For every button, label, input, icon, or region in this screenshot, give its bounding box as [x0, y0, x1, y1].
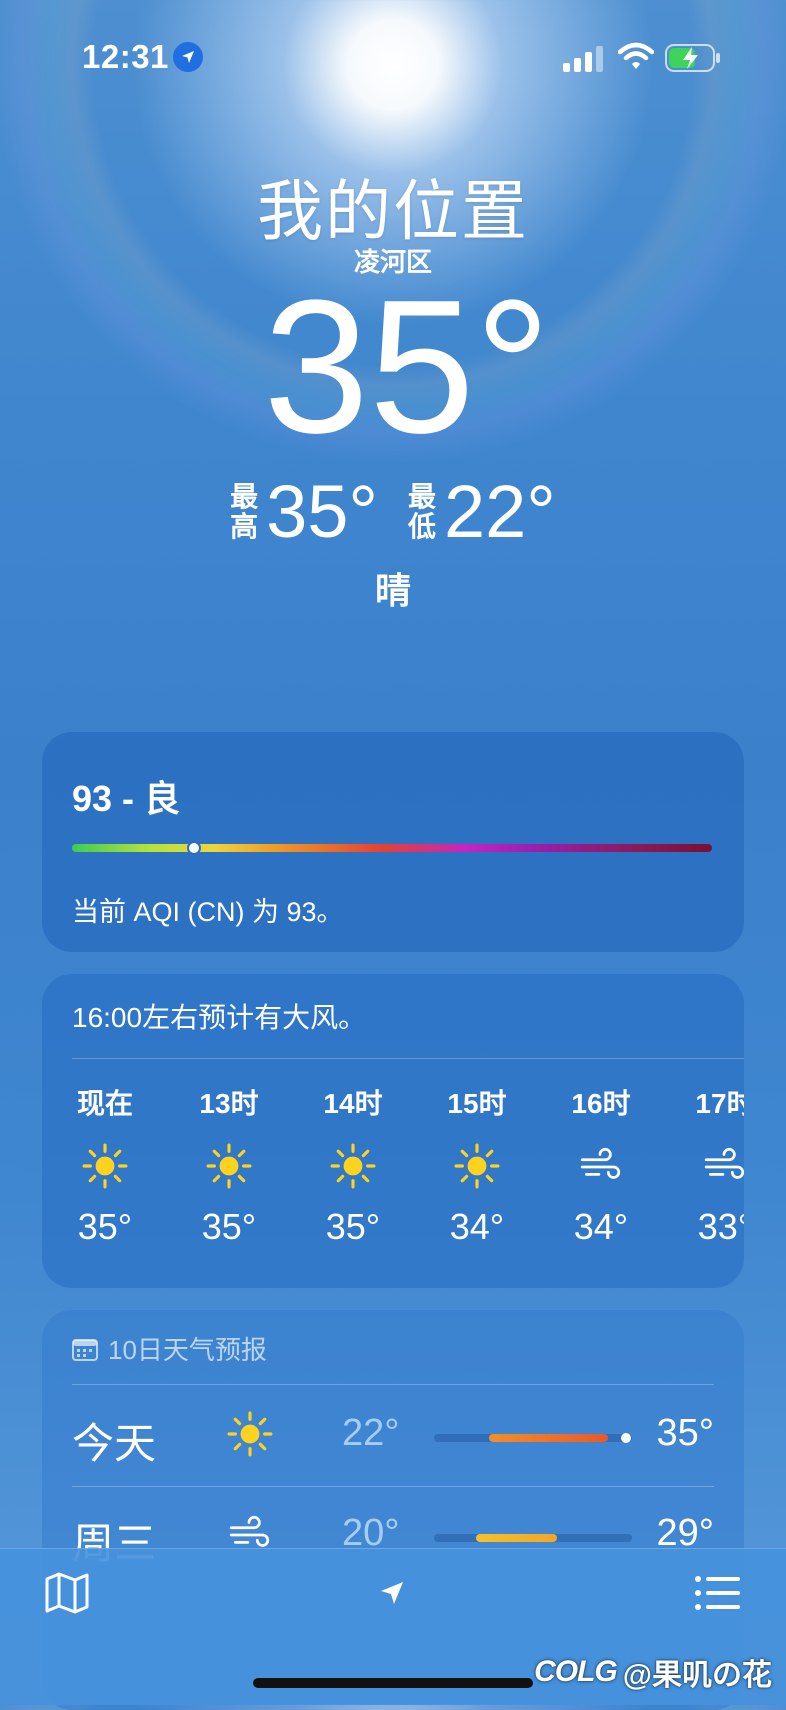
high-low-temperatures: 最高 35° 最低 22° [0, 472, 786, 552]
temperature-range-fill [475, 1534, 557, 1542]
hour-temperature: 35° [201, 1206, 257, 1247]
high-label: 最高 [230, 481, 259, 542]
high-value: 35° [266, 470, 378, 553]
aqi-scale-bar [72, 841, 712, 855]
air-quality-card[interactable]: 93 - 良 当前 AQI (CN) 为 93。 [42, 732, 744, 952]
sun-icon [422, 1140, 532, 1192]
watermark: COLG @果叽の花 [534, 1650, 772, 1694]
hourly-item: 15时 34° [422, 1084, 532, 1248]
hour-label: 16时 [571, 1088, 631, 1119]
list-icon[interactable] [694, 1573, 742, 1613]
aqi-description: 当前 AQI (CN) 为 93。 [72, 897, 344, 927]
temperature-range-fill [489, 1434, 609, 1442]
hourly-item: 16时 34° [546, 1084, 656, 1248]
divider [72, 1384, 714, 1385]
calendar-icon [72, 1338, 98, 1361]
hourly-item: 13时 35° [174, 1084, 284, 1248]
hour-temperature: 35° [325, 1206, 381, 1247]
current-temp-marker [621, 1433, 632, 1443]
watermark-logo: COLG [534, 1655, 618, 1688]
aqi-indicator-dot [186, 841, 201, 855]
sun-icon [50, 1140, 160, 1192]
sun-icon [224, 1408, 276, 1460]
hour-temperature: 35° [77, 1206, 133, 1247]
hourly-item: 17时 33° [670, 1084, 744, 1248]
temperature-range-bar [434, 1534, 632, 1542]
location-arrow-icon [173, 42, 203, 72]
day-name: 今天 [72, 1420, 157, 1467]
location-arrow-icon[interactable] [378, 1579, 406, 1607]
status-bar: 12:31 [0, 0, 786, 116]
watermark-text: @果叽の花 [622, 1659, 772, 1692]
status-time: 12:31 [82, 38, 169, 75]
wind-icon [546, 1140, 656, 1192]
cellular-signal-icon [563, 46, 603, 72]
hour-label: 现在 [76, 1088, 133, 1119]
forecast-header-label: 10日天气预报 [108, 1335, 267, 1365]
low-value: 22° [444, 470, 556, 553]
temperature-range-bar [434, 1433, 632, 1443]
hourly-list[interactable]: 现在35°13时35°14时35°15时34°16时 34°17时 33° [42, 1084, 744, 1284]
low-temperature: 最低 22° [408, 472, 556, 552]
hour-label: 13时 [199, 1088, 259, 1119]
home-indicator [253, 1678, 533, 1688]
hourly-item: 现在 35° [50, 1084, 160, 1248]
battery-charging-icon [665, 44, 720, 72]
divider [72, 1058, 744, 1059]
sun-icon [174, 1140, 284, 1192]
hourly-forecast-card[interactable]: 16:00左右预计有大风。 现在 35° 13时 35° 14时 35° 15时 34° 16时… [42, 974, 744, 1288]
wifi-icon [618, 42, 654, 69]
hour-label: 14时 [323, 1088, 383, 1119]
hourly-summary: 16:00左右预计有大风。 [72, 1002, 367, 1033]
sun-icon [298, 1140, 408, 1192]
hour-temperature: 34° [449, 1206, 505, 1247]
aqi-value: 93 - 良 [72, 778, 181, 819]
forecast-header: 10日天气预报 [72, 1330, 267, 1367]
forecast-row[interactable]: 今天 22° 35° [72, 1388, 714, 1488]
day-low: 22° [342, 1412, 400, 1454]
hour-label: 17时 [695, 1088, 744, 1119]
weather-condition: 晴 [374, 570, 411, 611]
high-temperature: 最高 35° [230, 472, 378, 552]
map-icon[interactable] [44, 1571, 90, 1615]
location-title: 我的位置 [257, 174, 529, 248]
wind-icon [670, 1140, 744, 1192]
divider [72, 1486, 714, 1487]
hourly-item: 14时 35° [298, 1084, 408, 1248]
current-temperature: 35° [263, 261, 551, 473]
hour-temperature: 34° [573, 1206, 629, 1247]
day-high: 35° [656, 1412, 714, 1454]
hour-temperature: 33° [697, 1206, 744, 1247]
hour-label: 15时 [447, 1088, 507, 1119]
low-label: 最低 [408, 481, 437, 542]
